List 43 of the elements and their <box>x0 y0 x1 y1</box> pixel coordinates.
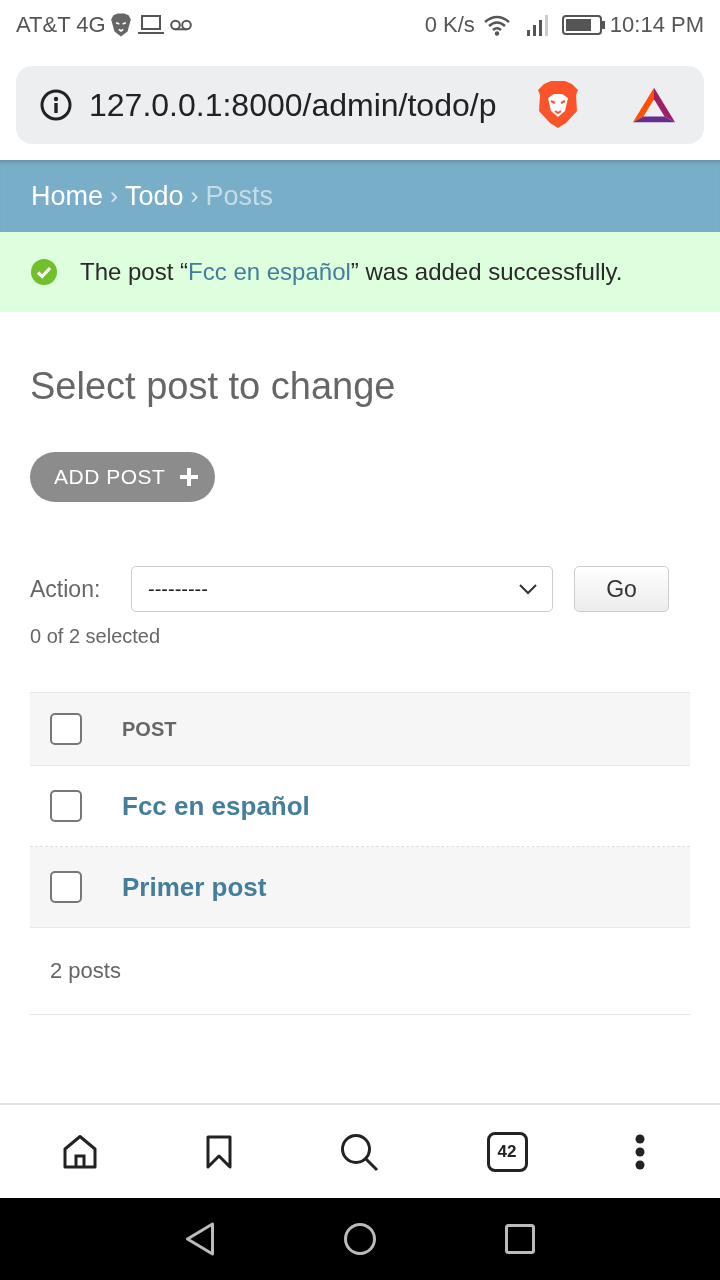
breadcrumb-link[interactable]: Home <box>31 180 104 212</box>
home-icon[interactable] <box>62 1133 98 1170</box>
shield-icon <box>109 13 132 37</box>
message-text: The post “Fcc en español” was added successfully. <box>80 257 623 287</box>
check-circle-icon <box>31 259 57 285</box>
url-field[interactable]: 127.0.0.1:8000/admin/todo/p <box>89 85 536 125</box>
breadcrumb-separator: › <box>190 182 199 210</box>
post-link[interactable]: Primer post <box>122 871 267 903</box>
plus-icon <box>179 467 200 487</box>
action-select[interactable]: --------- <box>131 566 553 612</box>
signal-icon <box>525 14 551 36</box>
action-label: Action: <box>30 575 102 603</box>
caret-icon <box>518 583 538 595</box>
back-icon[interactable] <box>185 1222 215 1256</box>
tab-switcher-button[interactable]: 42 <box>486 1131 528 1172</box>
laptop-icon <box>137 15 164 35</box>
row-checkbox[interactable] <box>50 871 82 903</box>
circle-icon[interactable] <box>344 1223 376 1255</box>
page-title: Select post to change <box>30 364 397 409</box>
voicemail-icon <box>169 19 192 31</box>
shield-icon[interactable] <box>536 81 580 129</box>
select-all-checkbox[interactable] <box>50 713 82 745</box>
square-icon[interactable] <box>505 1224 535 1254</box>
row-checkbox[interactable] <box>50 790 82 822</box>
breadcrumb-separator: › <box>110 182 119 210</box>
info-icon[interactable] <box>40 89 72 121</box>
battery-icon <box>561 15 606 35</box>
selection-counter: 0 of 2 selected <box>30 624 162 648</box>
message-link[interactable]: Fcc en español <box>188 258 351 285</box>
post-link[interactable]: Fcc en español <box>122 790 310 822</box>
result-count: 2 posts <box>50 958 121 984</box>
network-speed: 0 K/s <box>424 12 475 38</box>
add-post-button[interactable]: ADD POST <box>30 452 216 502</box>
carrier-label: AT&T 4G <box>16 12 106 38</box>
bookmark-icon[interactable] <box>205 1134 232 1169</box>
clock: 10:14 PM <box>609 12 704 38</box>
column-header: POST <box>122 717 177 741</box>
wifi-icon <box>482 14 511 36</box>
breadcrumb-link[interactable]: Todo <box>125 180 184 212</box>
breadcrumb-current: Posts <box>205 180 274 212</box>
go-button[interactable]: Go <box>574 566 669 612</box>
more-options-icon[interactable] <box>635 1133 645 1170</box>
search-icon[interactable] <box>339 1131 379 1172</box>
